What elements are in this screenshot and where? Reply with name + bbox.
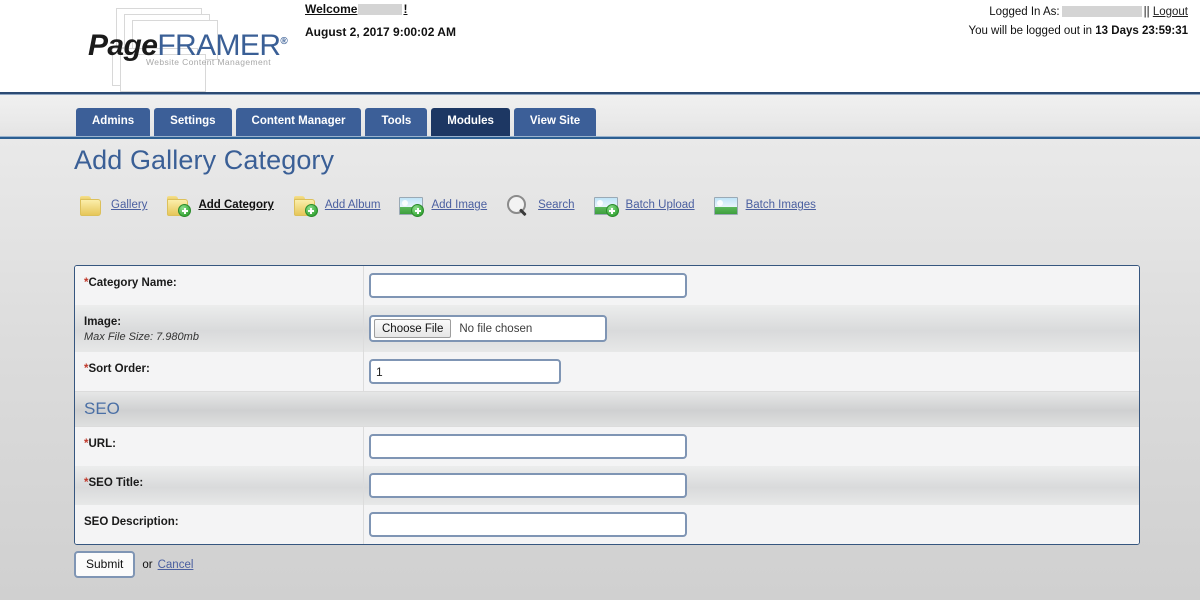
plus-badge-icon xyxy=(304,204,318,217)
sort-order-input[interactable] xyxy=(369,359,561,384)
form-row-url: *URL: xyxy=(75,427,1139,466)
max-file-size-note: Max File Size: 7.980mb xyxy=(84,331,199,343)
label-text: URL: xyxy=(88,438,116,450)
current-datetime: August 2, 2017 9:00:02 AM xyxy=(305,25,456,39)
nav-tab-list: Admins Settings Content Manager Tools Module… xyxy=(76,108,597,136)
nav-tab-content-manager[interactable]: Content Manager xyxy=(235,108,362,136)
image-add-icon xyxy=(593,194,619,217)
field-cell xyxy=(364,352,1139,391)
logout-link[interactable]: Logout xyxy=(1153,6,1188,18)
folder-icon xyxy=(78,194,104,216)
nav-tab-view-site[interactable]: View Site xyxy=(513,108,597,136)
redacted-username xyxy=(358,4,403,15)
field-cell xyxy=(364,466,1139,505)
welcome-suffix: ! xyxy=(403,2,408,16)
toolbar-item-search[interactable]: Search xyxy=(505,194,575,216)
toolbar-item-add-image[interactable]: Add Image xyxy=(398,194,488,217)
file-status-text: No file chosen xyxy=(459,322,533,335)
logged-in-row: Logged In As: || Logout xyxy=(968,6,1188,18)
field-cell: Choose File No file chosen xyxy=(364,305,1139,352)
cancel-link[interactable]: Cancel xyxy=(158,559,194,571)
page-title: Add Gallery Category xyxy=(74,145,335,175)
add-category-form: *Category Name: Image: Max File Size: 7.… xyxy=(74,265,1140,545)
main-navigation: Admins Settings Content Manager Tools Module… xyxy=(0,95,1200,136)
pageframer-logo[interactable]: PageFRAMER® Website Content Management xyxy=(78,4,288,92)
label-category-name: *Category Name: xyxy=(75,266,364,305)
image-add-icon xyxy=(398,194,425,217)
welcome-line: Welcome! xyxy=(305,2,456,16)
label-image: Image: Max File Size: 7.980mb xyxy=(75,305,364,352)
form-row-category-name: *Category Name: xyxy=(75,266,1139,305)
logged-in-label: Logged In As: xyxy=(989,6,1060,18)
submit-button[interactable]: Submit xyxy=(74,551,136,578)
seo-section-header: SEO xyxy=(75,391,1139,427)
label-sort-order: *Sort Order: xyxy=(75,352,364,391)
field-cell xyxy=(364,427,1139,466)
toolbar-item-batch-images[interactable]: Batch Images xyxy=(713,194,816,216)
toolbar-item-label: Search xyxy=(538,199,575,211)
image-file-input[interactable]: Choose File No file chosen xyxy=(369,315,607,342)
folder-add-icon xyxy=(165,194,192,217)
welcome-block: Welcome! August 2, 2017 9:00:02 AM xyxy=(305,2,456,39)
session-block: Logged In As: || Logout You will be logge… xyxy=(968,6,1188,37)
welcome-label[interactable]: Welcome xyxy=(305,2,357,16)
nav-tab-tools[interactable]: Tools xyxy=(365,108,428,136)
toolbar-item-label: Gallery xyxy=(111,199,148,211)
form-actions: Submit or Cancel xyxy=(74,551,193,578)
module-toolbar: Gallery Add Category Add Album Add Image Sea… xyxy=(78,194,834,217)
content-area: Add Gallery Category Gallery Add Category… xyxy=(0,139,1200,600)
label-seo-title: *SEO Title: xyxy=(75,466,364,505)
logout-countdown-value: 13 Days 23:59:31 xyxy=(1095,25,1188,37)
logout-notice-label: You will be logged out in xyxy=(968,25,1093,37)
form-row-sort-order: *Sort Order: xyxy=(75,352,1139,391)
logout-countdown-row: You will be logged out in 13 Days 23:59:… xyxy=(968,25,1188,37)
label-text: Sort Order: xyxy=(88,363,150,375)
choose-file-button[interactable]: Choose File xyxy=(374,319,452,338)
folder-add-icon xyxy=(292,194,318,217)
label-url: *URL: xyxy=(75,427,364,466)
form-row-seo-description: SEO Description: xyxy=(75,505,1139,544)
url-input[interactable] xyxy=(369,434,687,459)
toolbar-item-label: Batch Upload xyxy=(625,199,695,211)
form-row-image: Image: Max File Size: 7.980mb Choose Fil… xyxy=(75,305,1139,352)
toolbar-item-label: Batch Images xyxy=(745,199,816,211)
nav-tab-admins[interactable]: Admins xyxy=(76,108,151,136)
toolbar-item-add-category[interactable]: Add Category xyxy=(165,194,274,217)
toolbar-item-label: Add Image xyxy=(431,199,488,211)
session-separator: || xyxy=(1143,6,1150,18)
logo-tagline: Website Content Management xyxy=(146,57,272,67)
toolbar-item-gallery[interactable]: Gallery xyxy=(78,194,147,216)
toolbar-item-add-album[interactable]: Add Album xyxy=(292,194,381,217)
registered-mark-icon: ® xyxy=(280,36,288,47)
image-icon xyxy=(713,194,739,216)
search-icon xyxy=(505,194,531,216)
field-cell xyxy=(364,266,1139,305)
label-text: SEO Description: xyxy=(84,516,179,528)
redacted-account xyxy=(1061,6,1142,17)
site-header: PageFRAMER® Website Content Management W… xyxy=(0,0,1200,92)
toolbar-item-batch-upload[interactable]: Batch Upload xyxy=(593,194,695,217)
seo-description-input[interactable] xyxy=(369,512,687,537)
toolbar-item-label: Add Category xyxy=(198,199,274,211)
category-name-input[interactable] xyxy=(369,273,687,298)
plus-badge-icon xyxy=(411,204,425,217)
nav-tab-settings[interactable]: Settings xyxy=(154,108,232,136)
label-text: Image: xyxy=(84,316,122,328)
or-label: or xyxy=(142,558,153,571)
field-cell xyxy=(364,505,1139,544)
seo-title-input[interactable] xyxy=(369,473,687,498)
plus-badge-icon xyxy=(178,204,192,217)
label-text: SEO Title: xyxy=(88,477,144,489)
label-seo-description: SEO Description: xyxy=(75,505,364,544)
plus-badge-icon xyxy=(605,204,619,217)
form-row-seo-title: *SEO Title: xyxy=(75,466,1139,505)
nav-tab-modules[interactable]: Modules xyxy=(431,108,510,136)
toolbar-item-label: Add Album xyxy=(324,199,381,211)
label-text: Category Name: xyxy=(88,277,177,289)
